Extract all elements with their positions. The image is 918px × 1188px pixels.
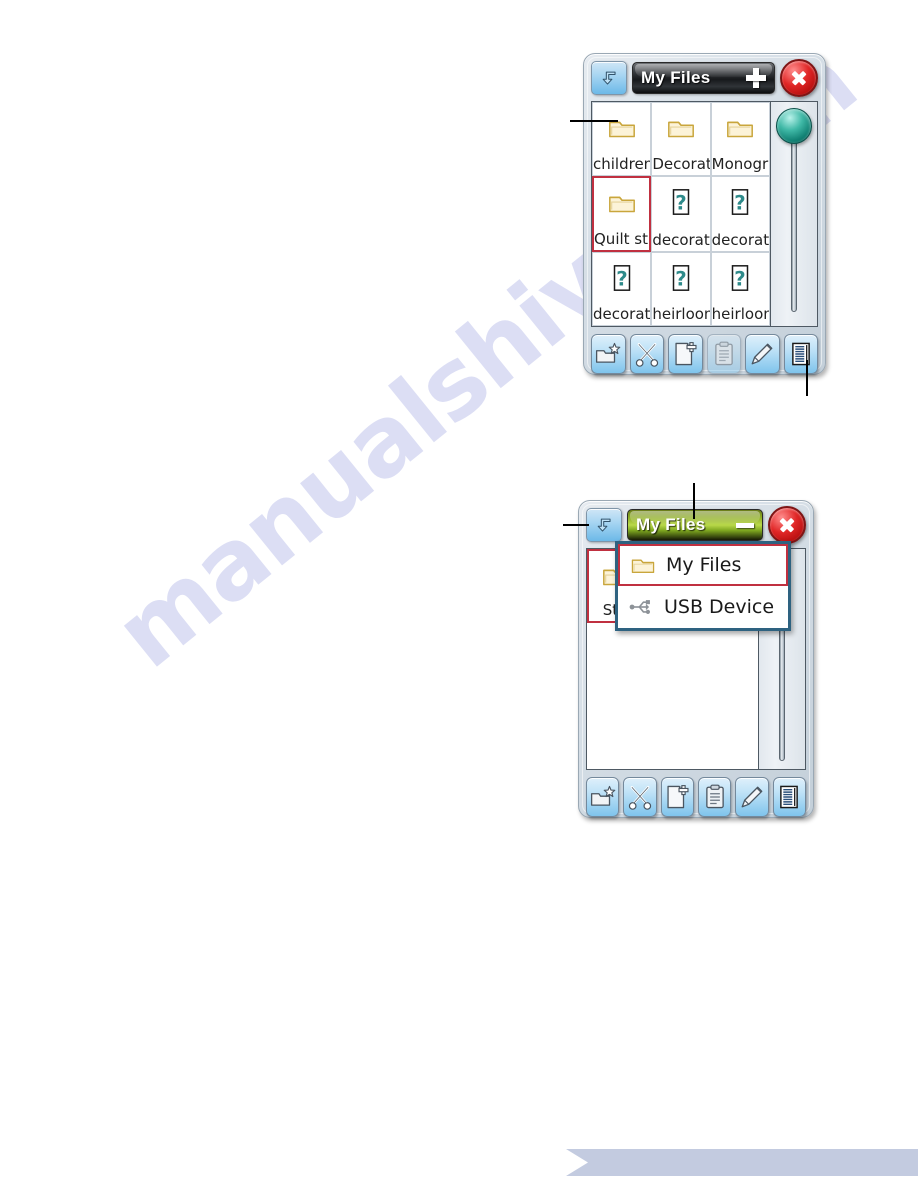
scissors-icon <box>628 786 652 810</box>
file-grid-item[interactable]: ? heirloom <box>651 252 711 326</box>
folder-icon <box>668 121 694 138</box>
file-grid-item[interactable]: children <box>592 102 652 176</box>
file-grid-item-label: heirloom <box>652 307 709 322</box>
list-view-button[interactable] <box>783 334 818 374</box>
back-up-button[interactable] <box>586 508 622 542</box>
back-up-arrow-icon <box>597 518 611 532</box>
unknown-file-icon: ? <box>672 265 690 291</box>
callout-line-folder-icon <box>570 120 618 122</box>
folder-icon <box>631 559 655 573</box>
dialog1-title-row: My Files <box>591 59 818 97</box>
new-file-button[interactable] <box>668 334 703 374</box>
paste-button[interactable] <box>706 334 741 374</box>
callout-line-title-bar <box>693 483 695 519</box>
unknown-file-icon: ? <box>732 189 749 215</box>
scissors-icon <box>635 343 658 367</box>
location-dropdown-option-label: USB Device <box>664 596 775 618</box>
svg-text:?: ? <box>675 192 686 215</box>
file-grid-item[interactable]: ? heirloom <box>710 252 770 326</box>
dialog1-toolbar <box>591 334 818 374</box>
rename-button[interactable] <box>745 334 780 374</box>
cut-button[interactable] <box>629 334 664 374</box>
dialog2-toolbar <box>586 777 806 817</box>
close-button[interactable] <box>768 506 806 544</box>
file-grid-item[interactable]: Monogra <box>710 102 770 176</box>
location-dropdown-option[interactable]: USB Device <box>618 586 788 628</box>
dialog2-title-row: My Files <box>586 506 806 544</box>
new-file-button[interactable] <box>660 777 694 817</box>
folder-icon <box>608 196 635 213</box>
file-grid: childrenDecoratMonogra Quilt sti? decorat?… <box>592 102 771 326</box>
folder-icon <box>608 121 635 138</box>
back-up-button[interactable] <box>591 61 627 95</box>
new-file-icon <box>667 785 689 809</box>
list-view-button[interactable] <box>772 777 806 817</box>
file-grid-item-label: decorat <box>711 233 769 248</box>
back-up-arrow-icon <box>602 71 616 85</box>
pencil-icon <box>741 786 763 808</box>
file-grid-item-label: Monogra <box>711 157 769 172</box>
paste-button[interactable] <box>697 777 732 817</box>
dialog2-title: My Files <box>636 515 706 534</box>
vertical-scrollbar[interactable] <box>771 102 817 326</box>
my-files-dialog-location-dropdown: My Files Stit My FilesUSB Device <box>578 500 814 818</box>
file-grid-item-label: heirloom <box>711 307 769 322</box>
pencil-icon <box>751 343 773 365</box>
dialog1-title: My Files <box>641 68 711 87</box>
cut-button[interactable] <box>623 777 657 817</box>
plus-icon[interactable] <box>746 68 766 88</box>
minimize-dash-icon[interactable] <box>736 522 754 528</box>
svg-text:?: ? <box>616 268 627 291</box>
dialog1-file-pane: childrenDecoratMonogra Quilt sti? decorat?… <box>591 101 818 327</box>
file-grid-item[interactable]: ? decorat <box>651 176 711 252</box>
list-view-icon <box>791 342 810 366</box>
svg-text:?: ? <box>735 192 746 215</box>
location-dropdown-option-label: My Files <box>666 554 742 576</box>
file-grid-item[interactable]: Decorat <box>651 102 711 176</box>
close-button[interactable] <box>780 59 818 97</box>
clipboard-icon <box>705 784 724 809</box>
callout-line-nav-button <box>563 524 589 526</box>
svg-text:?: ? <box>735 268 746 291</box>
new-file-icon <box>675 342 697 366</box>
file-grid-item-label: children <box>593 157 651 172</box>
scrollbar-rail <box>791 130 797 312</box>
page-footer-banner <box>566 1149 918 1176</box>
unknown-file-icon: ? <box>613 265 630 291</box>
new-folder-icon <box>596 342 621 363</box>
svg-text:?: ? <box>675 268 686 291</box>
clipboard-icon <box>714 341 733 366</box>
unknown-file-icon: ? <box>672 189 690 215</box>
new-folder-icon <box>590 785 616 806</box>
file-grid-item[interactable]: ? decorat <box>592 252 652 326</box>
rename-button[interactable] <box>735 777 769 817</box>
dialog2-title-bar[interactable]: My Files <box>627 509 763 541</box>
list-view-icon <box>780 785 799 809</box>
my-files-dialog-grid-view: My Files childrenDecoratMonogra Quilt sti… <box>583 53 826 375</box>
folder-icon <box>727 121 754 138</box>
usb-icon <box>629 600 651 614</box>
unknown-file-icon: ? <box>732 265 749 291</box>
dialog1-title-bar[interactable]: My Files <box>632 62 775 94</box>
file-grid-item-label: decorat <box>652 233 710 248</box>
new-folder-button[interactable] <box>591 334 626 374</box>
file-grid-item[interactable]: ? decorat <box>710 176 770 252</box>
file-grid-item-label: Quilt sti <box>594 232 650 247</box>
location-dropdown-option[interactable]: My Files <box>618 544 788 586</box>
file-grid-item[interactable]: Quilt sti <box>592 176 652 252</box>
callout-line-list-view <box>806 360 808 396</box>
file-grid-item-label: decorat <box>593 307 651 322</box>
location-dropdown-menu: My Files USB Device <box>615 541 791 631</box>
file-grid-item-label: Decorat <box>652 157 710 172</box>
scrollbar-knob[interactable] <box>776 108 812 144</box>
new-folder-button[interactable] <box>586 777 620 817</box>
